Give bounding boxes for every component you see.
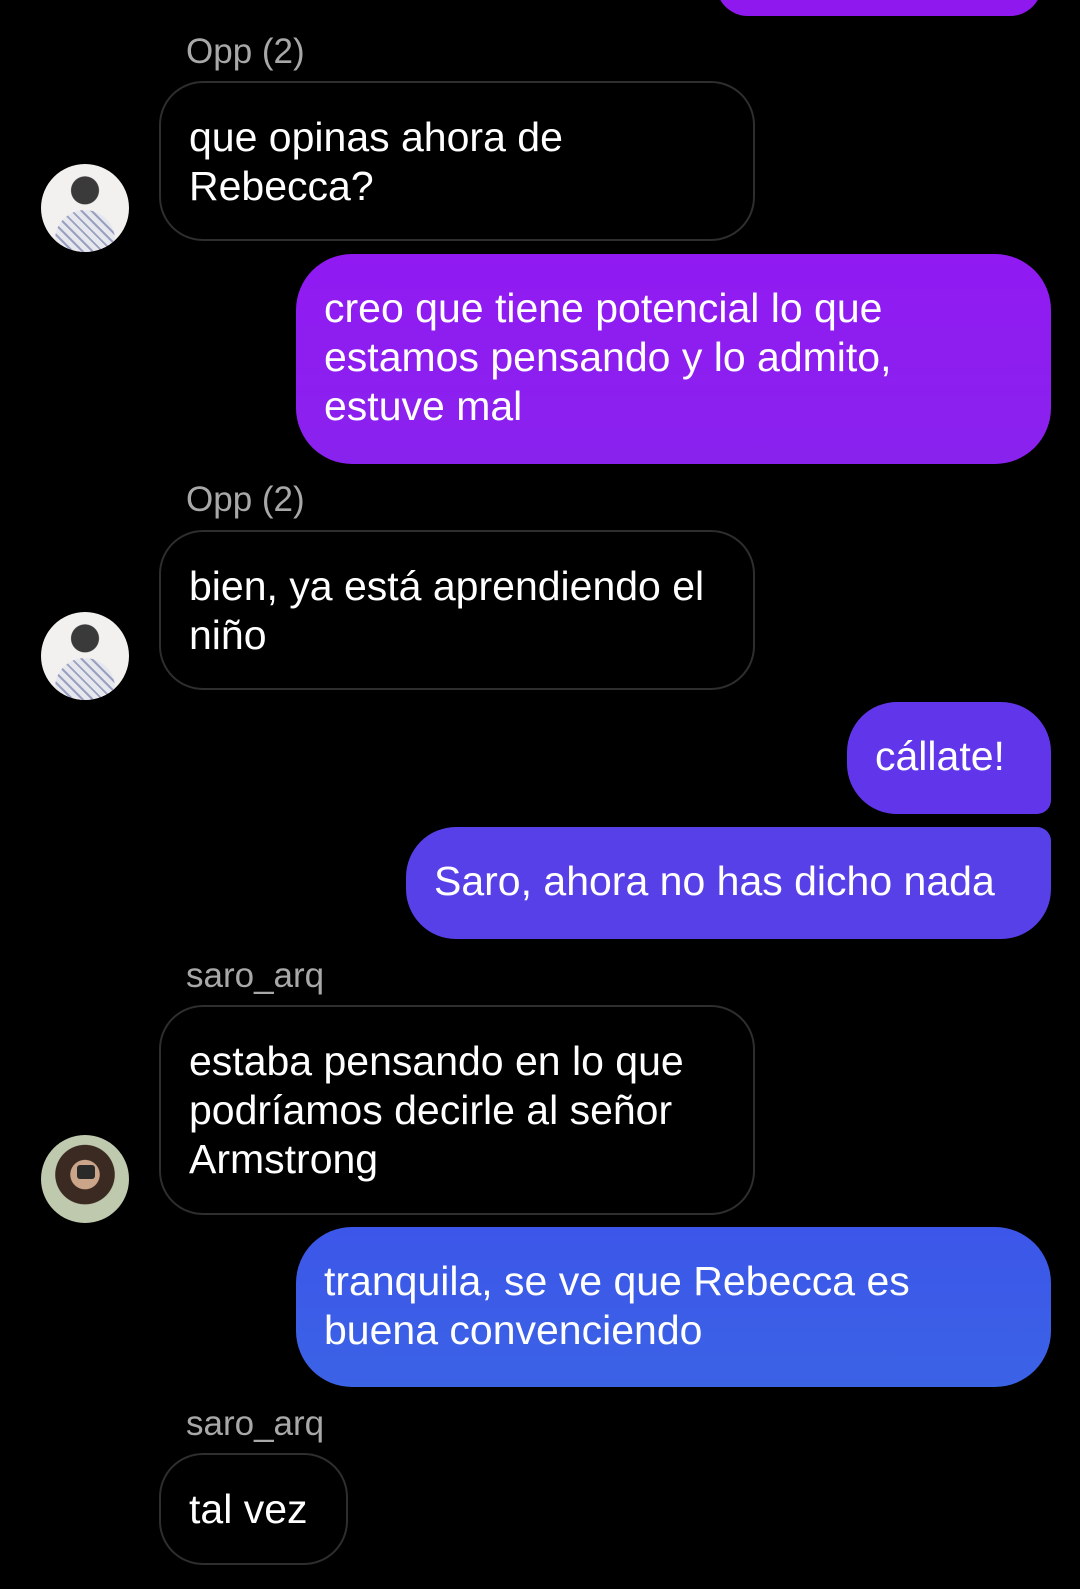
sender-name: saro_arq: [186, 1404, 325, 1443]
message-text: bien, ya está aprendiendo el niño: [189, 563, 705, 658]
sender-name: saro_arq: [186, 956, 325, 995]
outgoing-message-bubble[interactable]: tranquila, se ve que Rebecca es buena co…: [296, 1227, 1051, 1387]
user-avatar-opp[interactable]: [41, 612, 129, 700]
message-text: cállate!: [875, 733, 1005, 779]
message-text: tranquila, se ve que Rebecca es buena co…: [324, 1258, 910, 1353]
outgoing-message-bubble[interactable]: Saro, ahora no has dicho nada: [406, 827, 1051, 939]
message-text: que opinas ahora de Rebecca?: [189, 114, 563, 209]
outgoing-message-bubble[interactable]: cállate!: [847, 702, 1051, 814]
message-text: creo que tiene potencial lo que estamos …: [324, 285, 892, 429]
incoming-message-bubble[interactable]: estaba pensando en lo que podríamos deci…: [159, 1005, 755, 1215]
sender-name: Opp (2): [186, 32, 305, 71]
message-text: estaba pensando en lo que podríamos deci…: [189, 1038, 684, 1182]
outgoing-message-bubble[interactable]: creo que tiene potencial lo que estamos …: [296, 254, 1051, 464]
incoming-message-bubble[interactable]: bien, ya está aprendiendo el niño: [159, 530, 755, 690]
incoming-message-bubble[interactable]: tal vez: [159, 1453, 348, 1565]
previous-outgoing-bubble: [716, 0, 1042, 16]
sender-name: Opp (2): [186, 480, 305, 519]
incoming-message-bubble[interactable]: que opinas ahora de Rebecca?: [159, 81, 755, 241]
user-avatar-saro[interactable]: [41, 1135, 129, 1223]
message-text: tal vez: [189, 1486, 308, 1532]
user-avatar-opp[interactable]: [41, 164, 129, 252]
message-text: Saro, ahora no has dicho nada: [434, 858, 995, 904]
